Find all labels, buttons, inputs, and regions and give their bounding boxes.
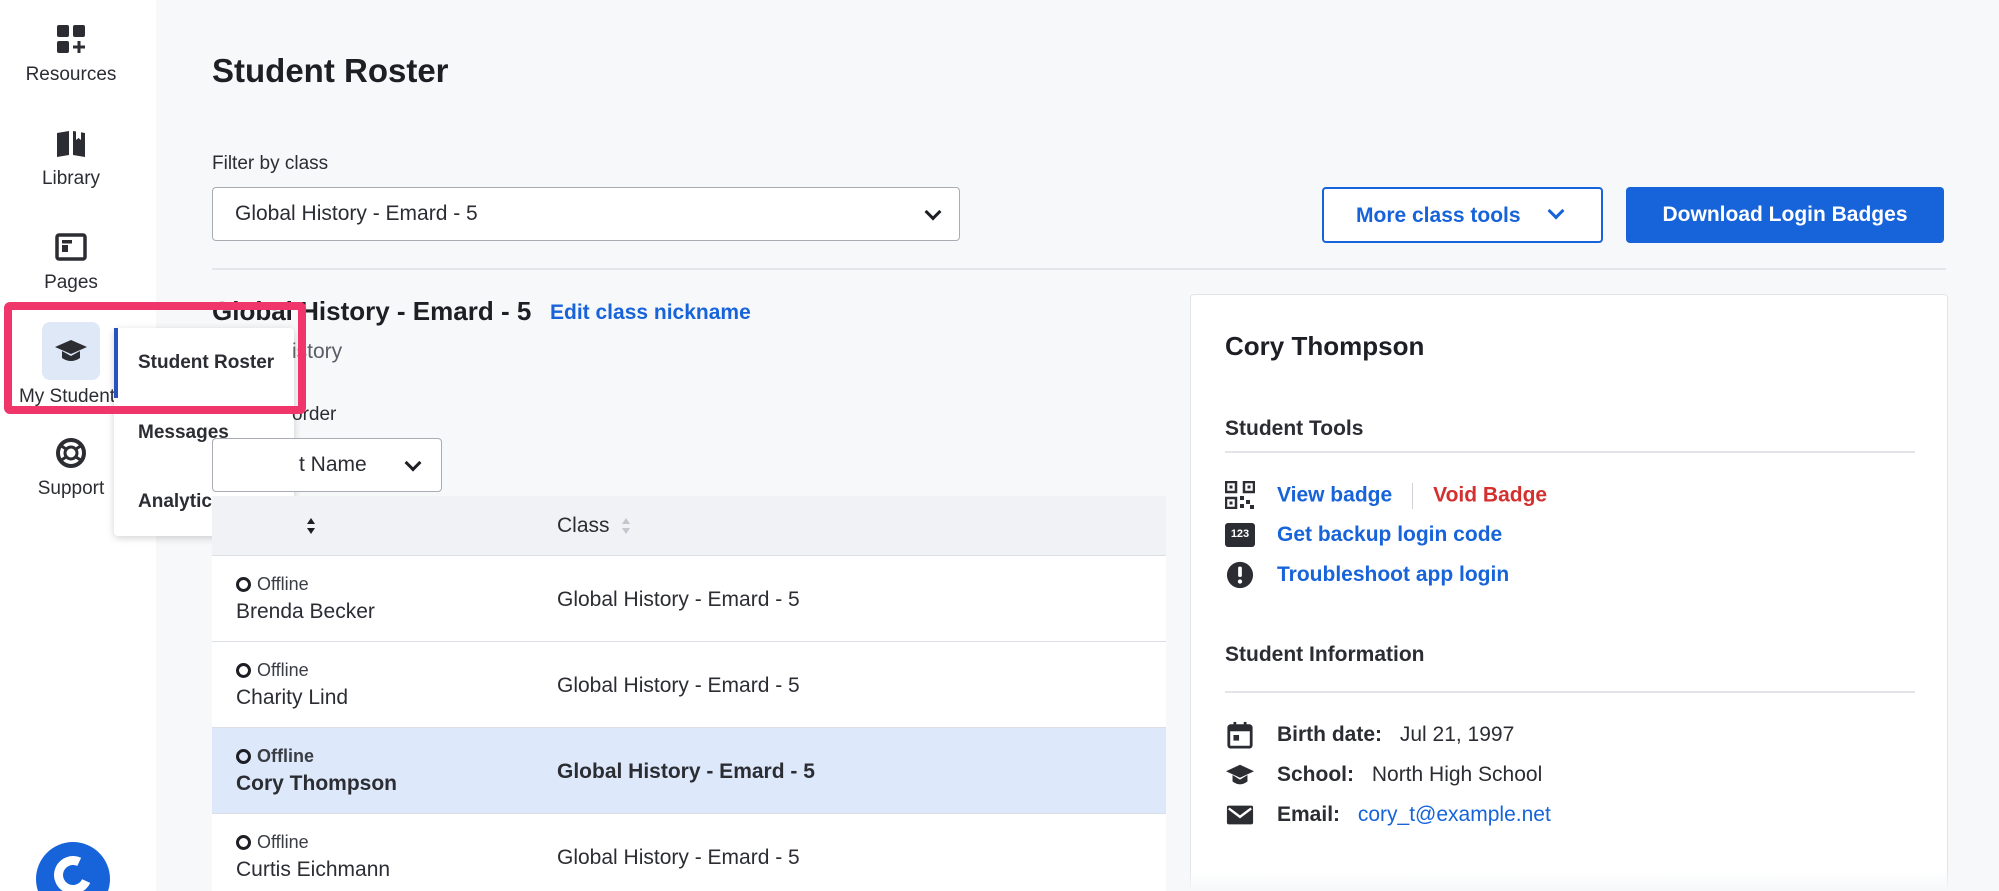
sort-icon	[307, 518, 315, 535]
chevron-down-icon	[404, 454, 422, 472]
offline-status-icon	[236, 749, 251, 764]
student-class: Global History - Emard - 5	[557, 760, 815, 783]
nav-item-label: Library	[41, 168, 101, 189]
table-header: Class	[212, 496, 1166, 556]
nav-item-resources[interactable]: Resources	[0, 22, 142, 86]
email-link[interactable]: cory_t@example.net	[1358, 803, 1551, 826]
number-pad-icon: 123	[1225, 523, 1255, 547]
student-name: Charity Lind	[236, 686, 349, 709]
school-label: School:	[1277, 763, 1354, 786]
column-header-name[interactable]	[300, 514, 316, 538]
qr-code-icon	[1225, 481, 1255, 509]
status-label: Offline	[257, 574, 309, 594]
edit-class-nickname-link[interactable]: Edit class nickname	[550, 301, 751, 325]
column-header-label: Class	[557, 514, 610, 537]
section-divider	[1225, 451, 1915, 453]
email-label: Email:	[1277, 803, 1341, 826]
sort-order-value: t Name	[299, 453, 367, 476]
student-class: Global History - Emard - 5	[557, 846, 800, 869]
page-icon	[55, 233, 87, 261]
class-filter-value: Global History - Emard - 5	[235, 202, 478, 225]
page-title: Student Roster	[212, 52, 449, 89]
graduation-cap-icon	[1226, 764, 1254, 785]
student-information-heading: Student Information	[1225, 643, 1425, 666]
student-detail-name: Cory Thompson	[1225, 331, 1425, 361]
student-status: Offline	[236, 832, 309, 853]
view-badge-link[interactable]: View badge	[1277, 484, 1392, 507]
nav-item-pages[interactable]: Pages	[0, 230, 142, 294]
nav-item-library[interactable]: Library	[0, 126, 142, 190]
header-divider	[212, 268, 1946, 270]
student-name: Curtis Eichmann	[236, 858, 391, 881]
student-status: Offline	[236, 660, 309, 681]
lifebuoy-icon	[56, 438, 86, 468]
student-tools-heading: Student Tools	[1225, 417, 1364, 440]
nav-item-label: Resources	[25, 64, 117, 85]
status-label: Offline	[257, 660, 309, 680]
birth-date-label: Birth date:	[1277, 723, 1382, 746]
brand-logo-c-icon	[48, 850, 98, 891]
student-name: Brenda Becker	[236, 600, 375, 623]
chevron-down-icon	[924, 203, 942, 221]
status-label: Offline	[257, 746, 314, 766]
student-class: Global History - Emard - 5	[557, 588, 800, 611]
table-row[interactable]: Offline Charity Lind Global History - Em…	[212, 642, 1166, 728]
column-header-class[interactable]: Class	[557, 514, 631, 538]
mail-icon	[1226, 805, 1254, 825]
nav-item-label: Support	[37, 478, 105, 499]
more-class-tools-button[interactable]: More class tools	[1322, 187, 1603, 243]
grid-plus-icon	[57, 25, 85, 53]
get-backup-login-code-link[interactable]: Get backup login code	[1277, 523, 1502, 547]
student-roster-table: Class Offline Brenda Becker Global Histo…	[212, 496, 1166, 891]
nav-item-label: Pages	[44, 272, 98, 293]
student-name: Cory Thompson	[236, 772, 397, 795]
brand-logo[interactable]	[36, 842, 110, 891]
table-row[interactable]: Offline Brenda Becker Global History - E…	[212, 556, 1166, 642]
filter-by-class-label: Filter by class	[212, 153, 329, 174]
table-row-selected[interactable]: Offline Cory Thompson Global History - E…	[212, 728, 1166, 814]
offline-status-icon	[236, 835, 251, 850]
flyout-item-analytics[interactable]: Analytics	[138, 491, 222, 513]
book-icon	[57, 131, 85, 157]
annotation-highlight-box	[4, 302, 306, 414]
status-label: Offline	[257, 832, 309, 852]
student-class: Global History - Emard - 5	[557, 674, 800, 697]
student-status: Offline	[236, 746, 314, 767]
more-class-tools-label: More class tools	[1356, 204, 1521, 227]
download-login-badges-button[interactable]: Download Login Badges	[1626, 187, 1944, 243]
sort-order-select[interactable]: t Name	[212, 438, 442, 492]
school-value: North High School	[1371, 763, 1543, 786]
calendar-icon	[1227, 721, 1253, 749]
student-status: Offline	[236, 574, 309, 595]
student-detail-panel: Cory Thompson Student Tools View badge Vo…	[1190, 294, 1948, 891]
section-divider	[1225, 691, 1915, 693]
alert-circle-icon	[1226, 561, 1254, 589]
offline-status-icon	[236, 663, 251, 678]
chevron-down-icon	[1547, 202, 1565, 220]
birth-date-value: Jul 21, 1997	[1399, 723, 1515, 746]
class-filter-select[interactable]: Global History - Emard - 5	[212, 187, 960, 241]
table-row[interactable]: Offline Curtis Eichmann Global History -…	[212, 814, 1166, 891]
troubleshoot-app-login-link[interactable]: Troubleshoot app login	[1277, 563, 1509, 587]
link-separator	[1412, 483, 1414, 509]
sort-icon	[622, 518, 631, 535]
offline-status-icon	[236, 577, 251, 592]
scroll-fade	[1190, 870, 1948, 891]
void-badge-link[interactable]: Void Badge	[1433, 484, 1547, 507]
